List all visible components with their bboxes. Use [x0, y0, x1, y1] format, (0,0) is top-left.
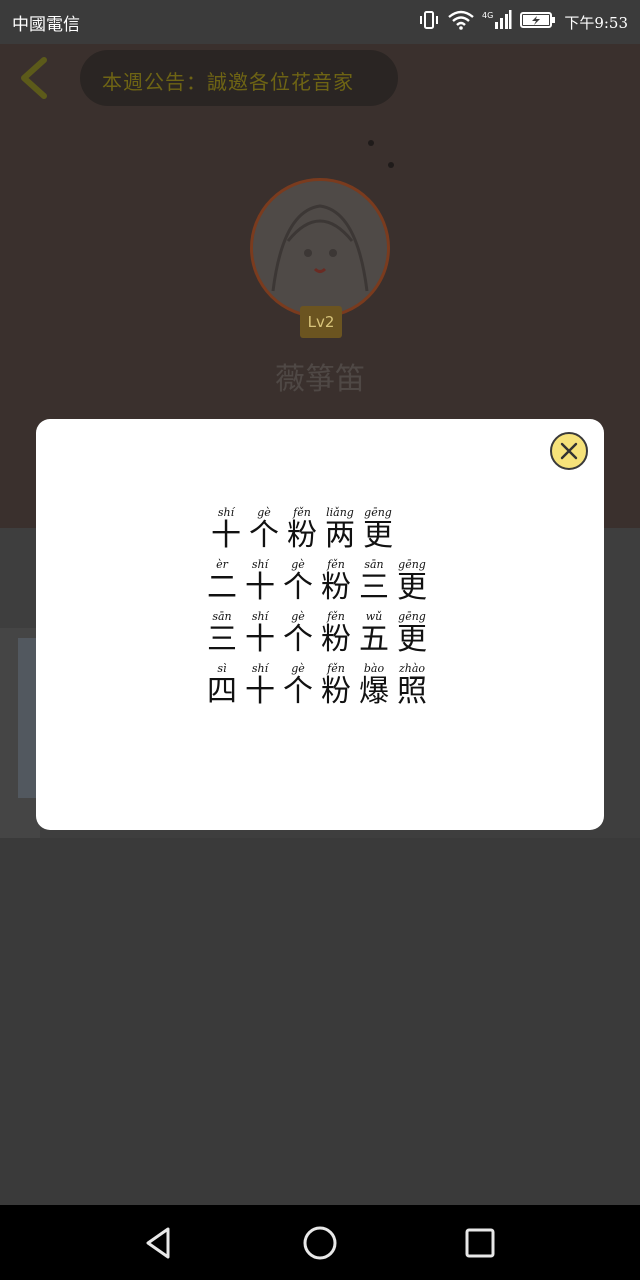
poem-char: shí 十 — [245, 610, 275, 657]
square-recents-icon — [465, 1228, 495, 1258]
close-button[interactable] — [550, 432, 588, 470]
poem-char: wǔ 五 — [359, 610, 389, 657]
status-bar: 中國電信 4G 下午9:53 — [0, 0, 640, 44]
carrier-name: 中國電信 — [12, 15, 80, 35]
avatar-illustration-icon — [253, 181, 387, 315]
poem-char: fěn 粉 — [321, 558, 351, 605]
wifi-icon — [448, 10, 475, 34]
level-badge: Lv2 — [300, 306, 342, 338]
poem-char: èr 二 — [207, 558, 237, 605]
poem-char: sān 三 — [207, 610, 237, 657]
nav-recents-button[interactable] — [462, 1225, 498, 1261]
poem-char: gè 个 — [249, 506, 279, 553]
nav-back-button[interactable] — [142, 1225, 178, 1261]
avatar[interactable] — [250, 178, 390, 318]
poem-char: fěn 粉 — [287, 506, 317, 553]
poem-char: shí 十 — [245, 662, 275, 709]
back-button[interactable] — [14, 54, 54, 102]
user-nickname: 薇箏笛 — [275, 362, 365, 397]
poem-line: sān 三 shí 十 gè 个 fěn 粉 wǔ 五 gēng 更 — [206, 605, 446, 657]
poem-char: liǎng 两 — [325, 506, 355, 553]
poem-char: gēng 更 — [397, 558, 427, 605]
battery-charging-icon — [520, 11, 556, 33]
nav-home-button[interactable] — [302, 1225, 338, 1261]
poem-char: shí 十 — [211, 506, 241, 553]
poem-char: fěn 粉 — [321, 610, 351, 657]
close-icon — [560, 442, 578, 460]
page-background — [0, 838, 640, 1205]
poem-char: gè 个 — [283, 662, 313, 709]
poem-line: èr 二 shí 十 gè 个 fěn 粉 sān 三 gēng 更 — [206, 553, 446, 605]
svg-text:4G: 4G — [482, 11, 493, 20]
decor-dot — [388, 162, 394, 168]
clock-time: 下午9:53 — [564, 13, 628, 32]
poem-char: gè 个 — [283, 610, 313, 657]
system-navigation-bar — [0, 1205, 640, 1280]
poem-char: shí 十 — [245, 558, 275, 605]
triangle-back-icon — [146, 1227, 170, 1259]
vibrate-icon — [418, 10, 440, 34]
signal-icon: 4G — [482, 10, 512, 34]
poem-char: gēng 更 — [363, 506, 393, 553]
poem-line: shí 十 gè 个 fěn 粉 liǎng 两 gēng 更 — [206, 501, 446, 553]
chevron-left-icon — [21, 57, 47, 99]
poem-char: sān 三 — [359, 558, 389, 605]
poem-char: gè 个 — [283, 558, 313, 605]
poem-text: shí 十 gè 个 fěn 粉 liǎng 两 gēng 更 èr 二 shí 十 gè 个 … — [206, 501, 446, 709]
announcement-dialog: shí 十 gè 个 fěn 粉 liǎng 两 gēng 更 èr 二 shí 十 gè 个 … — [36, 419, 604, 830]
poem-line: sì 四 shí 十 gè 个 fěn 粉 bào 爆 zhào 照 — [206, 657, 446, 709]
poem-char: zhào 照 — [397, 662, 427, 709]
poem-char: fěn 粉 — [321, 662, 351, 709]
decor-dot — [368, 140, 374, 146]
poem-char: bào 爆 — [359, 662, 389, 709]
circle-home-icon — [303, 1226, 337, 1260]
poem-char: sì 四 — [207, 662, 237, 709]
notice-banner[interactable]: 本週公告：誠邀各位花音家 — [80, 50, 398, 106]
status-icons: 4G 下午9:53 — [418, 10, 628, 34]
notice-text: 本週公告：誠邀各位花音家 — [102, 70, 354, 94]
poem-char: gēng 更 — [397, 610, 427, 657]
